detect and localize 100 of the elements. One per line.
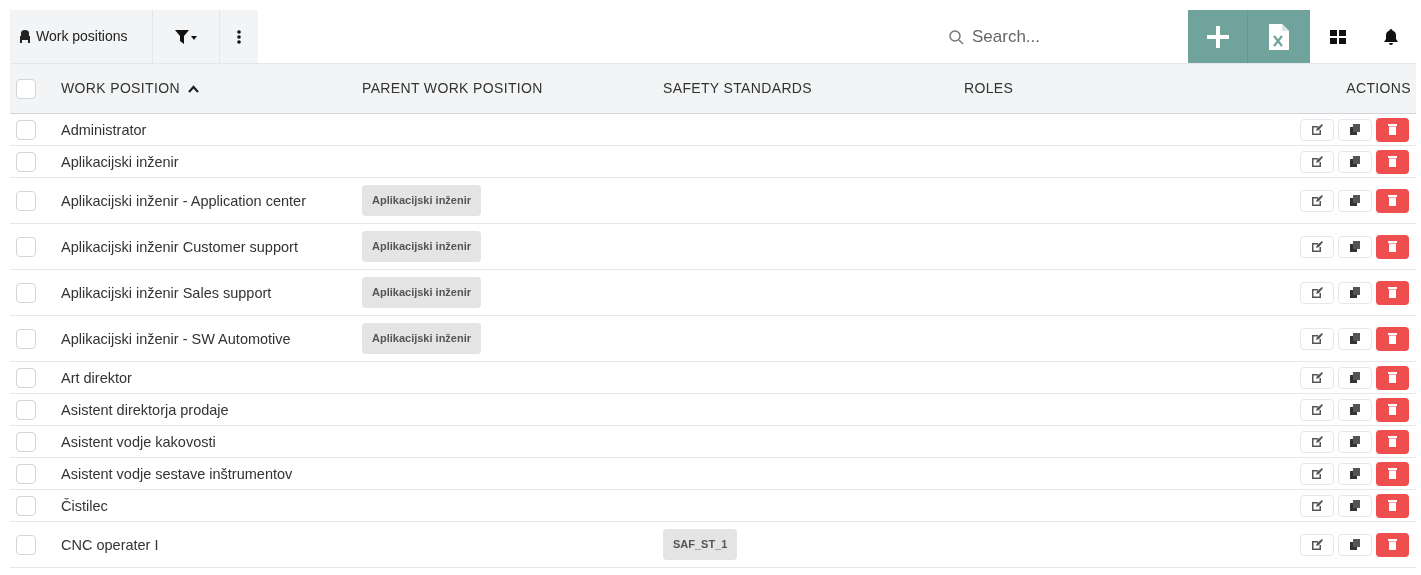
copy-button[interactable] bbox=[1338, 366, 1372, 389]
checkbox[interactable] bbox=[16, 399, 36, 420]
copy-icon bbox=[1350, 539, 1360, 550]
search-field[interactable]: Search... bbox=[972, 23, 1152, 50]
table-cell: Aplikacijski inženir bbox=[61, 153, 179, 170]
edit-button[interactable] bbox=[1300, 235, 1334, 258]
trash-icon bbox=[1388, 333, 1397, 344]
edit-button[interactable] bbox=[1300, 366, 1334, 389]
copy-icon bbox=[1350, 404, 1360, 415]
trash-icon bbox=[1388, 539, 1397, 550]
copy-button[interactable] bbox=[1338, 494, 1372, 517]
delete-button[interactable] bbox=[1376, 365, 1409, 390]
table-cell: CNC operater I bbox=[61, 536, 159, 553]
column-header[interactable]: ROLES bbox=[964, 78, 1014, 99]
edit-icon bbox=[1311, 156, 1323, 167]
copy-button[interactable] bbox=[1338, 533, 1372, 556]
tag: Aplikacijski inženir bbox=[362, 231, 482, 262]
copy-icon bbox=[1350, 436, 1360, 447]
delete-button[interactable] bbox=[1376, 429, 1409, 454]
edit-button[interactable] bbox=[1300, 118, 1334, 141]
trash-icon bbox=[1388, 436, 1397, 447]
tag: SAF_ST_1 bbox=[663, 529, 738, 560]
trash-icon bbox=[1388, 241, 1397, 252]
checkbox[interactable] bbox=[16, 367, 36, 388]
delete-button[interactable] bbox=[1376, 326, 1409, 351]
trash-icon bbox=[1388, 124, 1397, 135]
delete-button[interactable] bbox=[1376, 493, 1409, 518]
column-header[interactable]: WORK POSITION bbox=[61, 78, 180, 99]
table-cell: Aplikacijski inženir Sales support bbox=[61, 284, 272, 301]
delete-button[interactable] bbox=[1376, 397, 1409, 422]
edit-icon bbox=[1311, 195, 1323, 206]
copy-button[interactable] bbox=[1338, 430, 1372, 453]
checkbox[interactable] bbox=[16, 431, 36, 452]
column-header[interactable]: PARENT WORK POSITION bbox=[362, 78, 543, 99]
copy-button[interactable] bbox=[1338, 327, 1372, 350]
edit-button[interactable] bbox=[1300, 430, 1334, 453]
edit-button[interactable] bbox=[1300, 327, 1334, 350]
table-cell: Aplikacijski inženir - SW Automotive bbox=[61, 330, 291, 347]
edit-button[interactable] bbox=[1300, 189, 1334, 212]
delete-button[interactable] bbox=[1376, 280, 1409, 305]
copy-button[interactable] bbox=[1338, 462, 1372, 485]
copy-button[interactable] bbox=[1338, 150, 1372, 173]
delete-button[interactable] bbox=[1376, 461, 1409, 486]
copy-button[interactable] bbox=[1338, 118, 1372, 141]
plus-icon bbox=[1206, 25, 1229, 48]
checkbox[interactable] bbox=[16, 78, 36, 99]
trash-icon bbox=[1388, 404, 1397, 415]
delete-button[interactable] bbox=[1376, 188, 1409, 213]
copy-icon bbox=[1350, 500, 1360, 511]
checkbox[interactable] bbox=[16, 534, 36, 555]
copy-icon bbox=[1350, 287, 1360, 298]
edit-button[interactable] bbox=[1300, 281, 1334, 304]
table-cell: Administrator bbox=[61, 121, 147, 138]
tag: Aplikacijski inženir bbox=[362, 185, 482, 216]
table-cell: Asistent vodje kakovosti bbox=[61, 433, 216, 450]
trash-icon bbox=[1388, 287, 1397, 298]
edit-button[interactable] bbox=[1300, 462, 1334, 485]
tag: Aplikacijski inženir bbox=[362, 277, 482, 308]
checkbox[interactable] bbox=[16, 119, 36, 140]
edit-button[interactable] bbox=[1300, 533, 1334, 556]
copy-icon bbox=[1350, 468, 1360, 479]
checkbox[interactable] bbox=[16, 151, 36, 172]
delete-button[interactable] bbox=[1376, 149, 1409, 174]
copy-icon bbox=[1350, 333, 1360, 344]
edit-icon bbox=[1311, 372, 1323, 383]
table-cell: Asistent vodje sestave inštrumentov bbox=[61, 465, 293, 482]
checkbox[interactable] bbox=[16, 495, 36, 516]
delete-button[interactable] bbox=[1376, 117, 1409, 142]
add-button[interactable] bbox=[1188, 10, 1248, 63]
copy-button[interactable] bbox=[1338, 235, 1372, 258]
copy-button[interactable] bbox=[1338, 281, 1372, 304]
checkbox[interactable] bbox=[16, 282, 36, 303]
column-header[interactable]: ACTIONS bbox=[1346, 78, 1411, 99]
delete-button[interactable] bbox=[1376, 532, 1409, 557]
bell-icon bbox=[1384, 28, 1398, 45]
copy-icon bbox=[1350, 372, 1360, 383]
trash-icon bbox=[1388, 195, 1397, 206]
edit-icon bbox=[1311, 468, 1323, 479]
edit-icon bbox=[1311, 287, 1323, 298]
copy-button[interactable] bbox=[1338, 189, 1372, 212]
seat-icon bbox=[18, 29, 32, 44]
checkbox[interactable] bbox=[16, 236, 36, 257]
delete-button[interactable] bbox=[1376, 234, 1409, 259]
edit-icon bbox=[1311, 124, 1323, 135]
edit-icon bbox=[1311, 241, 1323, 252]
edit-button[interactable] bbox=[1300, 398, 1334, 421]
trash-icon bbox=[1388, 468, 1397, 479]
column-header[interactable]: SAFETY STANDARDS bbox=[663, 78, 812, 99]
edit-button[interactable] bbox=[1300, 150, 1334, 173]
excel-file-icon bbox=[1269, 23, 1289, 50]
edit-button[interactable] bbox=[1300, 494, 1334, 517]
checkbox[interactable] bbox=[16, 328, 36, 349]
copy-button[interactable] bbox=[1338, 398, 1372, 421]
copy-icon bbox=[1350, 156, 1360, 167]
checkbox[interactable] bbox=[16, 190, 36, 211]
more-icon bbox=[237, 29, 241, 44]
search-icon bbox=[948, 28, 964, 45]
copy-icon bbox=[1350, 124, 1360, 135]
copy-icon bbox=[1350, 195, 1360, 206]
checkbox[interactable] bbox=[16, 463, 36, 484]
